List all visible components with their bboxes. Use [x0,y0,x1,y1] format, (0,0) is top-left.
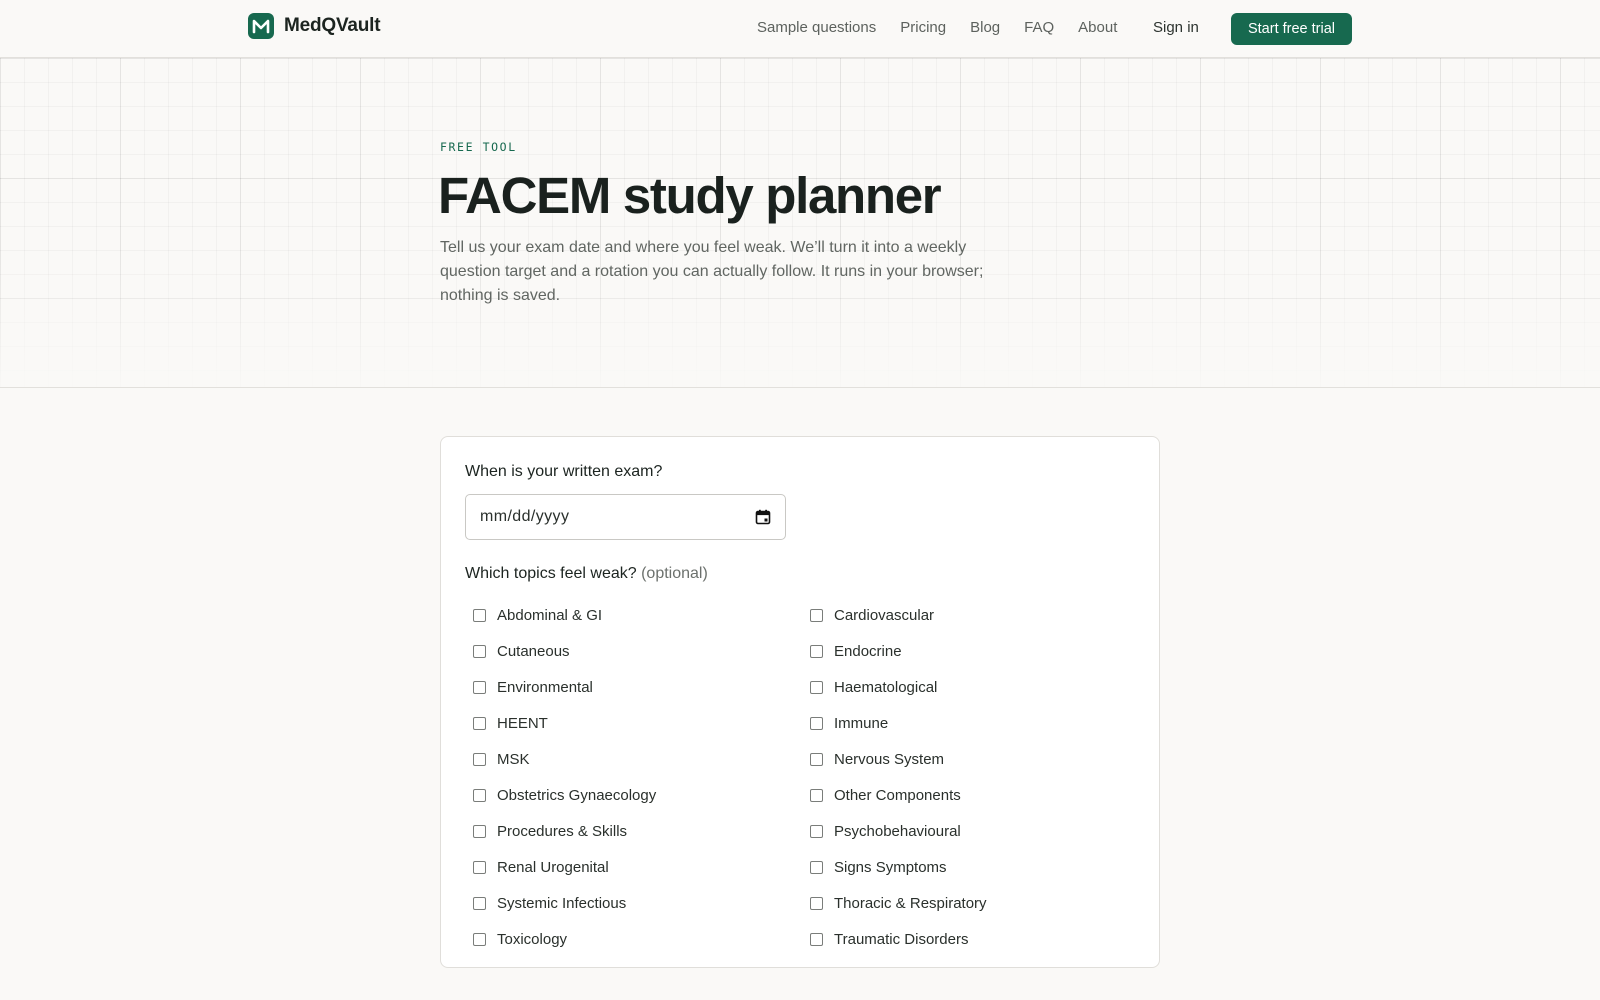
topic-checkbox[interactable] [473,752,486,766]
topic-checkbox[interactable] [473,608,486,622]
topic-checkbox[interactable] [810,824,823,838]
calendar-icon[interactable] [755,509,771,525]
topic-label: Immune [834,714,889,732]
exam-date-label: When is your written exam? [465,463,663,480]
hero-subtitle: Tell us your exam date and where you fee… [440,239,984,304]
nav-link-about[interactable]: About [1078,19,1117,36]
topic-option-heent[interactable]: HEENT [473,705,810,741]
topic-label: Systemic Infectious [497,894,627,912]
topic-checkbox[interactable] [473,860,486,874]
topic-checkbox[interactable] [810,680,823,694]
topic-option-systemic-infectious[interactable]: Systemic Infectious [473,885,810,921]
topic-label: Toxicology [497,930,568,948]
topic-option-signs-symptoms[interactable]: Signs Symptoms [810,849,1147,885]
topic-label: HEENT [497,714,548,732]
page-title: FACEM study planner [438,167,942,224]
top-navigation-bar: MedQVault Sample questions Pricing Blog … [0,0,1600,58]
topic-checkbox[interactable] [810,644,823,658]
topic-option-procedures-and-skills[interactable]: Procedures & Skills [473,813,810,849]
nav-link-faq[interactable]: FAQ [1024,19,1054,36]
topic-option-abdominal-and-gi[interactable]: Abdominal & GI [473,597,810,633]
topic-checkbox[interactable] [473,716,486,730]
topic-checkbox[interactable] [473,644,486,658]
topic-option-psychobehavioural[interactable]: Psychobehavioural [810,813,1147,849]
topic-label: Psychobehavioural [834,822,961,840]
topic-option-toxicology[interactable]: Toxicology [473,921,810,957]
topic-option-traumatic-disorders[interactable]: Traumatic Disorders [810,921,1147,957]
topic-checkbox[interactable] [473,680,486,694]
topic-label: MSK [497,750,530,768]
topic-option-msk[interactable]: MSK [473,741,810,777]
exam-date-placeholder: mm/dd/yyyy [480,508,570,525]
planner-form-card: When is your written exam? mm/dd/yyyy Wh… [440,436,1160,968]
topic-label: Cardiovascular [834,606,935,624]
brand-home-link[interactable]: MedQVault [248,13,381,39]
weak-topics-question: Which topics feel weak? [465,565,637,582]
topic-option-endocrine[interactable]: Endocrine [810,633,1147,669]
topic-label: Thoracic & Respiratory [834,894,987,912]
topic-option-nervous-system[interactable]: Nervous System [810,741,1147,777]
primary-nav: Sample questions Pricing Blog FAQ About [757,19,1141,36]
topic-checkbox[interactable] [810,788,823,802]
optional-hint: (optional) [641,565,708,582]
exam-date-input[interactable]: mm/dd/yyyy [465,494,786,540]
topic-label: Haematological [834,678,938,696]
topic-label: Other Components [834,786,961,804]
hero-eyebrow: FREE TOOL [440,140,517,154]
topic-checkbox[interactable] [810,896,823,910]
topic-label: Environmental [497,678,593,696]
nav-link-sample-questions[interactable]: Sample questions [757,19,876,36]
topic-option-haematological[interactable]: Haematological [810,669,1147,705]
topic-option-cardiovascular[interactable]: Cardiovascular [810,597,1147,633]
topic-label: Signs Symptoms [834,858,947,876]
topic-label: Nervous System [834,750,945,768]
topic-label: Endocrine [834,642,902,660]
topic-checkbox[interactable] [473,824,486,838]
topic-checkbox[interactable] [810,932,823,946]
start-free-trial-button[interactable]: Start free trial [1231,13,1352,45]
sign-in-link[interactable]: Sign in [1153,19,1199,36]
nav-link-blog[interactable]: Blog [970,19,1000,36]
topic-option-immune[interactable]: Immune [810,705,1147,741]
topic-label: Cutaneous [497,642,570,660]
topic-option-cutaneous[interactable]: Cutaneous [473,633,810,669]
topic-option-environmental[interactable]: Environmental [473,669,810,705]
topic-option-obstetrics-gynaecology[interactable]: Obstetrics Gynaecology [473,777,810,813]
topic-checkbox[interactable] [810,752,823,766]
topic-label: Traumatic Disorders [834,930,969,948]
nav-link-pricing[interactable]: Pricing [900,19,946,36]
topic-checkbox[interactable] [810,608,823,622]
topic-option-other-components[interactable]: Other Components [810,777,1147,813]
brand-name: MedQVault [284,15,381,36]
topic-option-thoracic-and-respiratory[interactable]: Thoracic & Respiratory [810,885,1147,921]
topic-label: Obstetrics Gynaecology [497,786,657,804]
topic-option-renal-urogenital[interactable]: Renal Urogenital [473,849,810,885]
topic-checkbox[interactable] [810,716,823,730]
topic-label: Renal Urogenital [497,858,609,876]
topic-label: Procedures & Skills [497,822,628,840]
hero-section: FREE TOOL FACEM study planner Tell us yo… [0,58,1600,388]
weak-topics-label: Which topics feel weak? (optional) [465,565,708,583]
topic-checkbox[interactable] [473,896,486,910]
topic-checkbox[interactable] [473,788,486,802]
topic-label: Abdominal & GI [497,606,603,624]
topic-checkbox[interactable] [473,932,486,946]
m-logo-icon [248,13,274,39]
topic-checkbox[interactable] [810,860,823,874]
topics-checkbox-grid: Abdominal & GI Cardiovascular Cutaneous End… [473,597,1153,957]
